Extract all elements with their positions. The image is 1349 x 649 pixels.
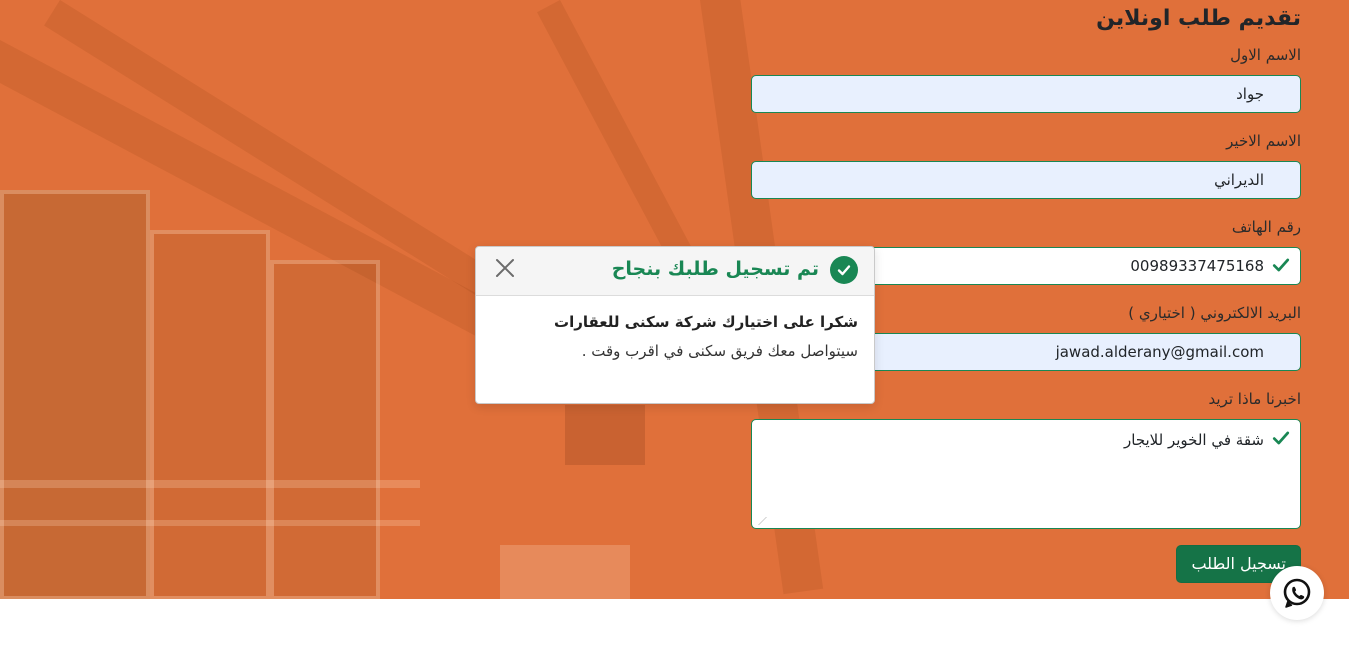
toast-header: تم تسجيل طلبك بنجاح — [476, 247, 874, 296]
success-toast: تم تسجيل طلبك بنجاح شكرا على اختيارك شرك… — [475, 246, 875, 404]
balcony-rail — [0, 520, 420, 526]
whatsapp-icon — [1283, 578, 1311, 608]
furniture — [500, 545, 630, 599]
form-title: تقديم طلب اونلاين — [1096, 6, 1301, 31]
phone-label: رقم الهاتف — [1231, 218, 1301, 236]
resize-handle[interactable] — [751, 517, 767, 525]
last-name-label: الاسم الاخير — [1226, 132, 1301, 150]
check-icon — [1272, 431, 1290, 445]
check-circle-icon — [830, 256, 858, 284]
first-name-value: جواد — [1236, 85, 1264, 103]
first-name-field[interactable]: جواد — [751, 75, 1301, 113]
email-label: البريد الالكتروني ( اختياري ) — [1128, 304, 1301, 322]
toast-message-line1: شكرا على اختيارك شركة سكنى للعقارات — [554, 313, 858, 331]
last-name-value: الديراني — [1214, 171, 1264, 189]
window — [270, 260, 380, 599]
window — [150, 230, 270, 599]
last-name-field[interactable]: الديراني — [751, 161, 1301, 199]
message-label: اخبرنا ماذا تريد — [1208, 390, 1301, 408]
wall-frame — [565, 405, 645, 465]
toast-title: تم تسجيل طلبك بنجاح — [611, 258, 819, 280]
message-value: شقة في الخوير للايجار — [1124, 431, 1264, 449]
check-icon — [1272, 258, 1290, 272]
balcony-rail — [0, 480, 420, 488]
first-name-label: الاسم الاول — [1230, 46, 1301, 64]
whatsapp-button[interactable] — [1270, 566, 1324, 620]
toast-body: شكرا على اختيارك شركة سكنى للعقارات سيتو… — [488, 313, 858, 360]
message-textarea[interactable]: شقة في الخوير للايجار — [751, 419, 1301, 529]
close-icon[interactable] — [494, 257, 516, 279]
roof-beam — [537, 0, 701, 278]
toast-message-line2: سيتواصل معك فريق سكنى في اقرب وقت . — [581, 342, 858, 360]
window — [0, 190, 150, 599]
